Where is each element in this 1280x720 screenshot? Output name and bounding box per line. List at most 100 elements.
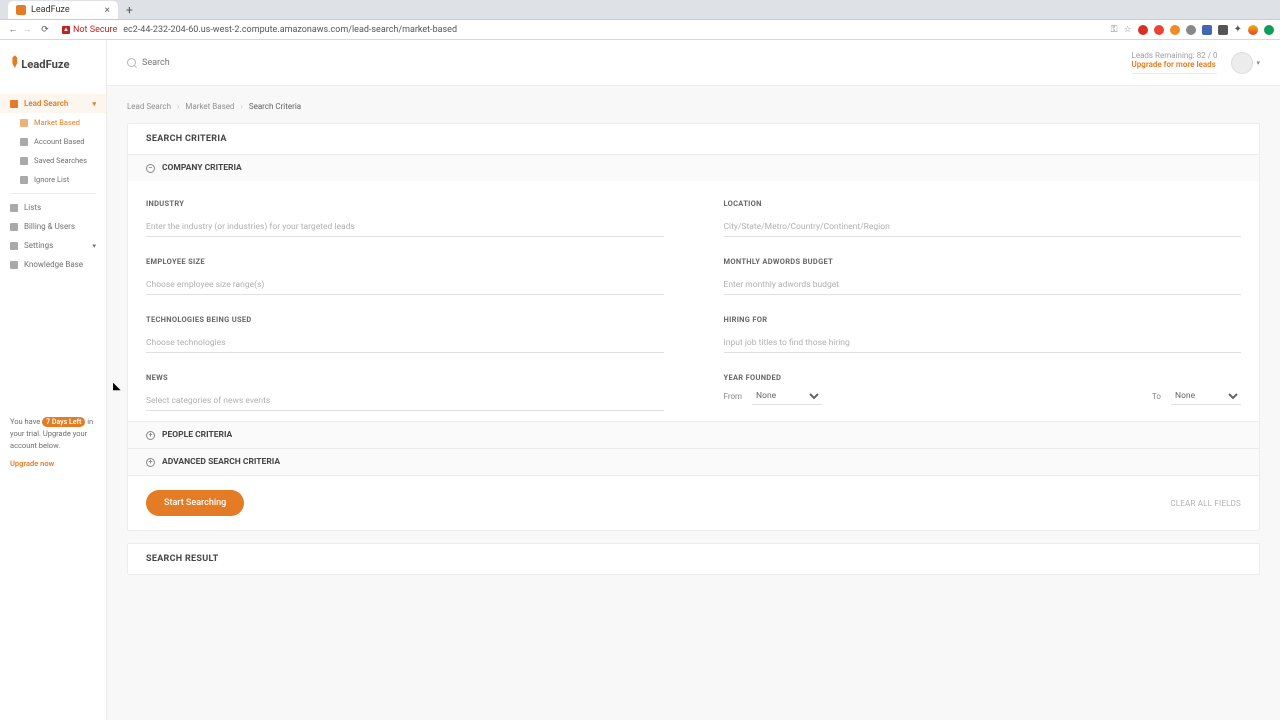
industry-input[interactable] xyxy=(146,218,664,237)
advanced-criteria-header[interactable]: + ADVANCED SEARCH CRITERIA xyxy=(128,448,1259,475)
user-menu[interactable]: ▾ xyxy=(1231,52,1260,74)
search-icon xyxy=(127,58,136,67)
tech-label: TECHNOLOGIES BEING USED xyxy=(146,315,664,324)
expand-icon: + xyxy=(146,431,155,440)
star-icon[interactable]: ☆ xyxy=(1124,25,1132,35)
tech-input[interactable] xyxy=(146,334,664,353)
start-searching-button[interactable]: Start Searching xyxy=(146,490,244,516)
nav-ignore-list[interactable]: Ignore List xyxy=(0,170,106,189)
new-tab-button[interactable]: + xyxy=(126,3,133,17)
security-badge[interactable]: ▲ Not Secure xyxy=(62,25,117,35)
hiring-input[interactable] xyxy=(724,334,1242,353)
ext-icon-6[interactable] xyxy=(1218,25,1228,35)
panel-footer: Start Searching CLEAR ALL FIELDS xyxy=(128,475,1259,530)
breadcrumb: Lead Search › Market Based › Search Crit… xyxy=(127,102,1260,111)
employee-group: EMPLOYEE SIZE xyxy=(146,257,664,295)
nav-saved-searches[interactable]: Saved Searches xyxy=(0,151,106,170)
search-criteria-panel: SEARCH CRITERIA − COMPANY CRITERIA INDUS… xyxy=(127,123,1260,531)
extensions-menu-icon[interactable]: ✦ xyxy=(1234,24,1242,35)
reload-button[interactable]: ⟳ xyxy=(38,25,52,35)
nav-market-based[interactable]: Market Based xyxy=(0,113,106,132)
year-from-select[interactable]: None xyxy=(752,388,822,405)
saved-icon xyxy=(20,157,28,165)
nav-settings[interactable]: Settings ▾ xyxy=(0,236,106,255)
people-criteria-header[interactable]: + PEOPLE CRITERIA xyxy=(128,421,1259,448)
gear-icon xyxy=(10,242,18,250)
company-criteria-body: INDUSTRY LOCATION EMPLOYEE SIZE MONTHLY … xyxy=(128,181,1259,421)
upgrade-now-link[interactable]: Upgrade now xyxy=(10,458,54,470)
search-input[interactable] xyxy=(142,58,342,68)
key-icon[interactable]: ⚿ xyxy=(1111,25,1118,35)
location-label: LOCATION xyxy=(724,199,1242,208)
logo[interactable]: LeadFuze xyxy=(0,40,106,88)
sidebar: LeadFuze Lead Search ▾ Market Based Acco… xyxy=(0,40,107,720)
ext-icon-1[interactable] xyxy=(1138,25,1148,35)
nav-account-based[interactable]: Account Based xyxy=(0,132,106,151)
ext-icon-8[interactable] xyxy=(1264,25,1274,35)
market-icon xyxy=(20,119,28,127)
account-icon xyxy=(20,138,28,146)
nav-lists[interactable]: Lists xyxy=(0,198,106,217)
nav-divider xyxy=(10,193,96,194)
company-criteria-header[interactable]: − COMPANY CRITERIA xyxy=(128,154,1259,181)
news-label: NEWS xyxy=(146,373,664,382)
employee-input[interactable] xyxy=(146,276,664,295)
breadcrumb-item[interactable]: Market Based xyxy=(185,102,234,111)
ignore-icon xyxy=(20,176,28,184)
nav-lead-search[interactable]: Lead Search ▾ xyxy=(0,94,106,113)
avatar xyxy=(1231,52,1253,74)
chevron-down-icon: ▾ xyxy=(92,242,96,250)
content: Lead Search › Market Based › Search Crit… xyxy=(107,86,1280,603)
nav-billing[interactable]: Billing & Users xyxy=(0,217,106,236)
lists-icon xyxy=(10,204,18,212)
collapse-icon: − xyxy=(146,164,155,173)
ext-icon-3[interactable] xyxy=(1170,25,1180,35)
breadcrumb-item[interactable]: Lead Search xyxy=(127,102,171,111)
chevron-down-icon: ▾ xyxy=(92,100,96,108)
trial-box: You have 7 Days Left in your trial. Upgr… xyxy=(0,416,106,720)
hiring-label: HIRING FOR xyxy=(724,315,1242,324)
address-bar: ← → ⟳ ▲ Not Secure ec2-44-232-204-60.us-… xyxy=(0,20,1280,40)
adwords-label: MONTHLY ADWORDS BUDGET xyxy=(724,257,1242,266)
search-list-icon xyxy=(10,100,18,108)
tab-title: LeadFuze xyxy=(31,5,105,15)
url-text[interactable]: ec2-44-232-204-60.us-west-2.compute.amaz… xyxy=(123,25,1110,35)
adwords-group: MONTHLY ADWORDS BUDGET xyxy=(724,257,1242,295)
location-group: LOCATION xyxy=(724,199,1242,237)
upgrade-leads-link[interactable]: Upgrade for more leads xyxy=(1132,60,1218,74)
adwords-input[interactable] xyxy=(724,276,1242,295)
chevron-right-icon: › xyxy=(177,102,179,111)
news-group: NEWS xyxy=(146,373,664,411)
ext-icon-7[interactable] xyxy=(1248,25,1258,35)
panel-title: SEARCH RESULT xyxy=(128,544,1259,574)
expand-icon: + xyxy=(146,458,155,467)
news-input[interactable] xyxy=(146,392,664,411)
year-to-select[interactable]: None xyxy=(1171,388,1241,405)
search-result-panel: SEARCH RESULT xyxy=(127,543,1260,575)
nav-knowledge-base[interactable]: Knowledge Base xyxy=(0,255,106,274)
nav-list: Lead Search ▾ Market Based Account Based… xyxy=(0,88,106,280)
industry-group: INDUSTRY xyxy=(146,199,664,237)
back-button[interactable]: ← xyxy=(6,24,20,35)
trial-badge: 7 Days Left xyxy=(42,417,85,427)
clear-all-link[interactable]: CLEAR ALL FIELDS xyxy=(1170,499,1241,508)
extension-icons: ⚿ ☆ ✦ xyxy=(1111,24,1274,35)
forward-button[interactable]: → xyxy=(20,24,34,35)
global-search[interactable] xyxy=(127,58,342,68)
chevron-down-icon: ▾ xyxy=(1256,59,1260,67)
warning-icon: ▲ xyxy=(62,26,70,34)
svg-text:LeadFuze: LeadFuze xyxy=(21,58,69,71)
browser-tab-strip: LeadFuze × + xyxy=(0,0,1280,20)
leads-remaining: Leads Remaining: 82 / 0 xyxy=(1132,51,1218,60)
location-input[interactable] xyxy=(724,218,1242,237)
browser-tab[interactable]: LeadFuze × xyxy=(8,1,118,19)
ext-icon-2[interactable] xyxy=(1154,25,1164,35)
tech-group: TECHNOLOGIES BEING USED xyxy=(146,315,664,353)
favicon xyxy=(16,5,26,15)
tab-close-icon[interactable]: × xyxy=(105,5,110,16)
ext-icon-4[interactable] xyxy=(1186,25,1196,35)
topbar: Leads Remaining: 82 / 0 Upgrade for more… xyxy=(107,40,1280,86)
main: Leads Remaining: 82 / 0 Upgrade for more… xyxy=(107,40,1280,720)
ext-icon-5[interactable] xyxy=(1202,25,1212,35)
billing-icon xyxy=(10,223,18,231)
